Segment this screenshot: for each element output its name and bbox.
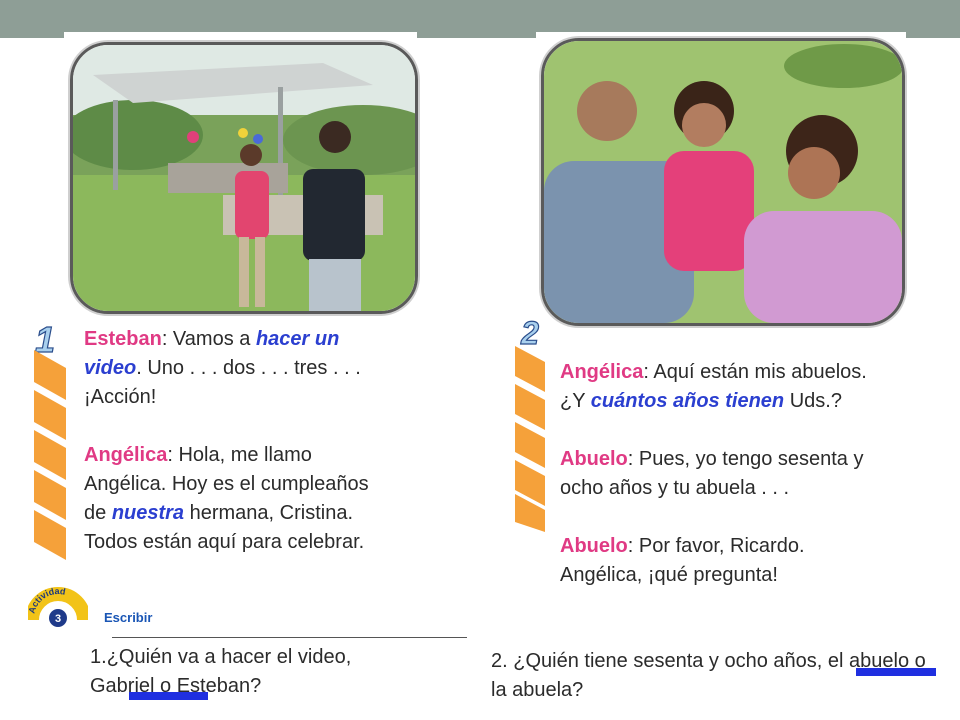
speaker-name: Abuelo <box>560 448 628 470</box>
svg-text:2: 2 <box>520 315 539 350</box>
speaker-name: Angélica <box>84 444 168 466</box>
vocab-keyword: nuestra <box>111 502 185 524</box>
answer-blank-2[interactable] <box>856 668 936 676</box>
divider-line <box>112 637 467 638</box>
chevron-decoration-right <box>515 346 545 532</box>
question-2: 2. ¿Quién tiene sesenta y ocho años, el … <box>491 647 931 705</box>
speaker-name: Abuelo <box>560 535 628 557</box>
dialog-panel-1: Esteban: Vamos a hacer un video. Uno . .… <box>84 325 396 557</box>
svg-text:3: 3 <box>55 613 61 625</box>
question-text: ¿Quién va a hacer el video, Gabriel o Es… <box>90 646 352 697</box>
dialog-line: Abuelo: Por favor, Ricardo. Angélica, ¡q… <box>560 535 805 586</box>
top-strip-left <box>64 32 417 38</box>
photo-grandparents <box>541 38 905 326</box>
vocab-keyword: cuántos años tienen <box>590 390 785 412</box>
question-number: 2. <box>491 650 508 672</box>
dialog-line: Esteban: Vamos a hacer un video. Uno . .… <box>84 328 361 408</box>
chevron-decoration-left <box>34 350 66 560</box>
speaker-name: Angélica <box>560 361 644 383</box>
activity-label: Escribir <box>104 610 153 625</box>
step-number-2: 2 <box>520 314 540 350</box>
dialog-line: Abuelo: Pues, yo tengo sesenta y ocho añ… <box>560 448 864 499</box>
actividad-badge-icon: Actividad 3 <box>28 586 88 627</box>
question-number: 1. <box>90 646 107 668</box>
dialog-line: Angélica: Aquí están mis abuelos. ¿Y cuá… <box>560 361 867 412</box>
photo-park-party <box>70 42 418 314</box>
dialog-panel-2: Angélica: Aquí están mis abuelos. ¿Y cuá… <box>560 358 870 590</box>
answer-blank-1[interactable] <box>129 692 208 700</box>
speaker-name: Esteban <box>84 328 162 350</box>
dialog-line: Angélica: Hola, me llamo Angélica. Hoy e… <box>84 444 369 553</box>
